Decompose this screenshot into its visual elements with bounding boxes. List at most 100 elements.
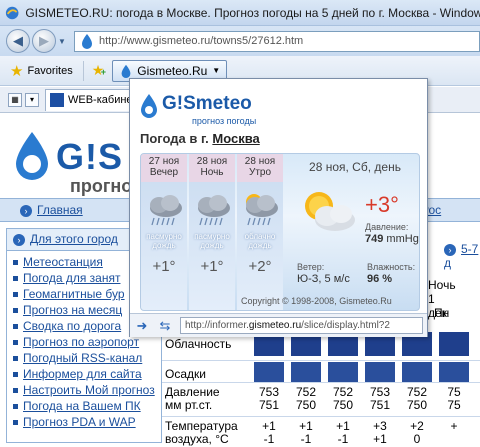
period-condition: облачно дождь xyxy=(244,232,276,250)
back-button[interactable]: ◀ xyxy=(6,29,30,53)
cloud-icon xyxy=(439,332,469,356)
table-cell: -1 xyxy=(263,432,275,446)
sidebar-link[interactable]: Информер для сайта xyxy=(13,367,157,383)
row-label-cloudiness: Облачность xyxy=(165,337,232,351)
informer-brand: G!Smeteo прогноз погоды xyxy=(140,91,270,126)
forecast-period: 28 ноя Утро облачно дождь +2° xyxy=(237,154,283,310)
table-cell: 751 xyxy=(369,398,391,412)
informer-city-link[interactable]: Москва xyxy=(212,131,259,146)
nav-link-5-7-days[interactable]: › 5-7 д xyxy=(444,242,480,270)
quick-tabs-icon[interactable]: ▦ xyxy=(8,92,22,107)
bullet-square-icon xyxy=(13,420,18,426)
overcast-rain-icon xyxy=(150,195,182,226)
sidebar-link[interactable]: Погодный RSS-канал xyxy=(13,351,157,367)
period-condition: пасмурно дождь xyxy=(194,232,230,250)
table-cell: + xyxy=(450,419,458,433)
period-temperature: +2° xyxy=(248,258,272,275)
overcast-rain-icon xyxy=(198,195,230,226)
informer-copyright: Copyright © 1998-2008, Gismeteo.Ru xyxy=(241,296,392,306)
tab-favicon-icon xyxy=(50,93,64,107)
favorites-star-icon: ★ xyxy=(10,62,24,80)
period-condition: пасмурно дождь xyxy=(146,232,182,250)
today-humidity-label: Влажность: xyxy=(367,262,416,272)
sidebar-link[interactable]: Погода на Вашем ПК xyxy=(13,399,157,415)
row-divider xyxy=(162,382,480,383)
period-temperature: +1° xyxy=(200,258,224,275)
forecast-period: 27 ноя Вечер пасмурно дождь +1° xyxy=(141,154,187,310)
informer-brand-subtitle: прогноз погоды xyxy=(192,116,257,126)
toolbar-separator xyxy=(82,60,84,81)
back-arrow-icon: ◀ xyxy=(13,33,23,48)
refresh-icon[interactable]: ⇆ xyxy=(156,318,174,334)
row-label-temperature-unit: воздуха, °C xyxy=(165,432,229,446)
period-header: 28 ноя Утро xyxy=(237,154,283,182)
informer-forecast-panel: 27 ноя Вечер пасмурно дождь +1° 28 ноя Ночь пас… xyxy=(140,153,420,311)
internet-explorer-icon xyxy=(5,6,19,19)
recent-pages-dropdown[interactable]: ▼ xyxy=(58,37,68,46)
header-night: Ночь xyxy=(428,278,456,292)
informer-footer: ➜ ⇆ http://informer.gismeteo.ru/slice/di… xyxy=(130,313,427,337)
favorites-label: Favorites xyxy=(27,64,73,77)
informer-heading: Погода в г. Москва xyxy=(140,131,260,146)
rain-icon xyxy=(402,362,432,382)
forward-button[interactable]: ▶ xyxy=(32,29,56,53)
window-title-bar: GISMETEO.RU: погода в Москве. Прогноз по… xyxy=(0,0,480,26)
bullet-square-icon xyxy=(13,340,18,346)
rain-icon xyxy=(365,362,395,382)
bullet-square-icon xyxy=(13,356,18,362)
gismeteo-button-label: Gismeteo.Ru xyxy=(137,63,208,78)
forecast-period: 28 ноя Ночь пасмурно дождь +1° xyxy=(189,154,235,310)
informer-heading-prefix: Погода в г. xyxy=(140,131,209,146)
sidebar-link[interactable]: Прогноз PDA и WAP xyxy=(13,415,157,431)
table-cell: 75 xyxy=(447,398,461,412)
sidebar-link[interactable]: Настроить Мой прогноз xyxy=(13,383,157,399)
rain-icon xyxy=(439,362,469,382)
table-cell: 751 xyxy=(258,398,280,412)
address-bar[interactable]: http://www.gismeteo.ru/towns5/27612.htm xyxy=(74,30,480,52)
row-divider xyxy=(162,360,480,361)
bullet-square-icon xyxy=(13,276,18,282)
partly-cloudy-rain-icon xyxy=(246,194,278,226)
period-header: 28 ноя Ночь xyxy=(189,154,235,182)
table-cell: 750 xyxy=(406,398,428,412)
bullet-square-icon xyxy=(13,388,18,394)
rain-icon xyxy=(328,362,358,382)
today-temperature: +3° xyxy=(365,192,399,217)
today-date: 28 ноя, Сб, день xyxy=(309,160,401,174)
favorites-button[interactable]: ★ Favorites xyxy=(10,62,73,80)
table-cell: -1 xyxy=(337,432,349,446)
go-arrow-icon[interactable]: ➜ xyxy=(134,318,150,334)
bullet-square-icon xyxy=(13,404,18,410)
bullet-square-icon xyxy=(13,372,18,378)
nav-link-home[interactable]: › Главная xyxy=(20,203,83,217)
gismeteo-logo-text: G!S xyxy=(56,136,124,177)
row-label-pressure-unit: мм рт.ст. xyxy=(165,398,213,412)
today-pressure-label: Давление: xyxy=(365,222,409,232)
table-cell: -1 xyxy=(300,432,312,446)
gismeteo-informer-popup: G!Smeteo прогноз погоды Погода в г. Моск… xyxy=(129,78,428,337)
row-label-precipitation: Осадки xyxy=(165,367,206,381)
tab-list-dropdown-icon[interactable]: ▾ xyxy=(25,92,39,107)
table-cell: 750 xyxy=(332,398,354,412)
forward-arrow-icon: ▶ xyxy=(39,33,49,48)
site-favicon-icon xyxy=(82,34,92,49)
informer-brand-name: G!Smeteo xyxy=(162,93,252,114)
row-divider xyxy=(162,416,480,417)
tab-label: WEB-кабинет xyxy=(68,94,135,106)
forecast-table: Облачность Осадки Давление мм рт.ст. Тем… xyxy=(162,330,480,447)
table-cell: +1 xyxy=(373,432,387,446)
chevron-down-icon: ▼ xyxy=(212,66,221,75)
informer-url-field[interactable]: http://informer.gismeteo.ru/slice/displa… xyxy=(180,317,423,334)
add-to-favorites-icon[interactable]: ★ + xyxy=(92,62,106,79)
tab-web-cabinet[interactable]: WEB-кабинет xyxy=(45,88,135,111)
gismeteo-drop-icon xyxy=(141,94,157,118)
window-title: GISMETEO.RU: погода в Москве. Прогноз по… xyxy=(25,5,480,20)
table-cell: 0 xyxy=(413,432,421,446)
table-cell: 750 xyxy=(295,398,317,412)
address-url: http://www.gismeteo.ru/towns5/27612.htm xyxy=(99,35,304,47)
bullet-square-icon xyxy=(13,308,18,314)
navigation-bar: ◀ ▶ ▼ http://www.gismeteo.ru/towns5/2761… xyxy=(0,26,480,56)
sidebar-link[interactable]: Прогноз по аэропорт xyxy=(13,335,157,351)
period-temperature: +1° xyxy=(152,258,176,275)
bullet-square-icon xyxy=(13,324,18,330)
